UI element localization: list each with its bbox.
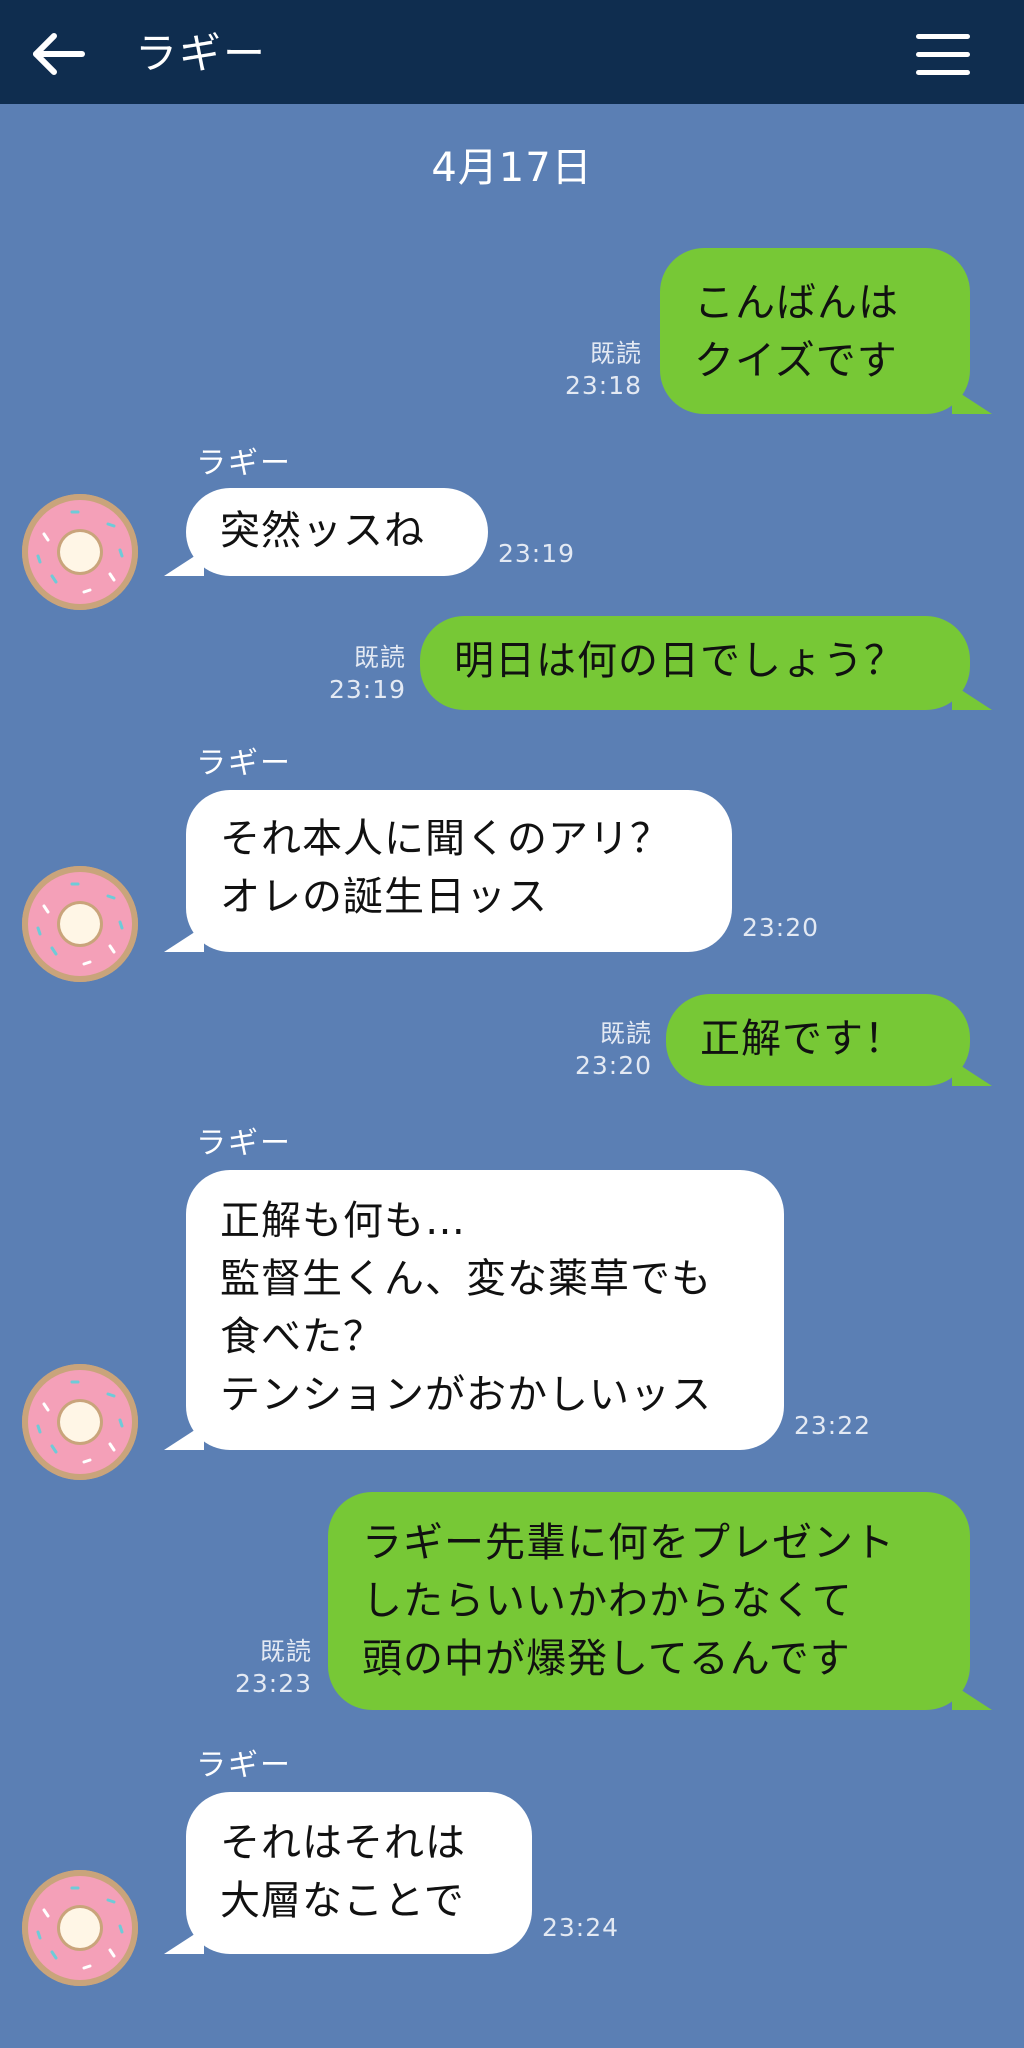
read-status: 既読 [353, 643, 406, 672]
message-time: 23:22 [794, 1411, 872, 1440]
donut-icon [22, 494, 138, 610]
message-bubble-incoming[interactable]: それはそれは 大層なことで [164, 1792, 532, 1954]
message-text: 正解です！ [700, 1016, 905, 1062]
donut-icon [22, 866, 138, 982]
sender-name: ラギー [196, 446, 292, 481]
donut-icon [22, 1364, 138, 1480]
message-text: クイズです [694, 338, 898, 384]
message-text: 突然ッスね [220, 508, 425, 554]
message-bubble-incoming[interactable]: 正解も何も… 監督生くん、変な薬草でも 食べた？ テンションがおかしいッス [164, 1170, 784, 1450]
read-receipt: 既読 23:19 [300, 642, 406, 706]
message-text: 大層なことで [220, 1878, 465, 1924]
message-text: テンションがおかしいッス [220, 1372, 712, 1418]
read-status: 既読 [599, 1019, 652, 1048]
sender-name: ラギー [196, 1126, 292, 1161]
sender-name: ラギー [196, 746, 292, 781]
read-status: 既読 [259, 1637, 312, 1666]
message-time: 23:19 [498, 539, 576, 568]
contact-avatar[interactable] [22, 494, 138, 610]
message-text: 頭の中が爆発してるんです [362, 1636, 851, 1682]
donut-icon [22, 1870, 138, 1986]
message-time: 23:23 [234, 1669, 312, 1698]
message-text: 食べた？ [220, 1314, 384, 1360]
message-text: オレの誕生日ッス [220, 874, 548, 920]
message-bubble-outgoing[interactable]: 明日は何の日でしょう？ [420, 616, 992, 710]
contact-avatar[interactable] [22, 1870, 138, 1986]
contact-avatar[interactable] [22, 1364, 138, 1480]
message-time: 23:18 [564, 371, 642, 400]
date-separator: 4月17日 [431, 145, 593, 191]
message-text: したらいいかわからなくて [362, 1578, 853, 1624]
message-text: 明日は何の日でしょう？ [454, 638, 905, 684]
chat-title: ラギー [135, 29, 268, 78]
message-text: 監督生くん、変な薬草でも [220, 1256, 712, 1302]
read-status: 既読 [589, 339, 642, 368]
message-time: 23:20 [574, 1051, 652, 1080]
message-text: こんばんは [694, 280, 899, 326]
sender-name: ラギー [196, 1748, 292, 1783]
message-text: 正解も何も… [220, 1198, 466, 1244]
message-bubble-outgoing[interactable]: こんばんは クイズです [660, 248, 992, 414]
read-receipt: 既読 23:23 [206, 1636, 312, 1700]
message-bubble-incoming[interactable]: それ本人に聞くのアリ？ オレの誕生日ッス [164, 790, 732, 952]
message-bubble-outgoing[interactable]: ラギー先輩に何をプレゼント したらいいかわからなくて 頭の中が爆発してるんです [328, 1492, 992, 1710]
message-time: 23:19 [328, 675, 406, 704]
message-bubble-outgoing[interactable]: 正解です！ [666, 994, 992, 1086]
message-time: 23:20 [742, 913, 820, 942]
back-arrow-icon[interactable] [30, 32, 88, 76]
message-time: 23:24 [542, 1913, 620, 1942]
message-bubble-incoming[interactable]: 突然ッスね [164, 488, 488, 576]
header-bar: ラギー [0, 0, 1024, 104]
contact-avatar[interactable] [22, 866, 138, 982]
read-receipt: 既読 23:20 [546, 1018, 652, 1082]
message-text: それ本人に聞くのアリ？ [220, 816, 671, 862]
hamburger-menu-icon[interactable] [916, 34, 970, 76]
message-text: それはそれは [220, 1820, 466, 1866]
message-text: ラギー先輩に何をプレゼント [362, 1520, 895, 1566]
read-receipt: 既読 23:18 [540, 338, 642, 402]
